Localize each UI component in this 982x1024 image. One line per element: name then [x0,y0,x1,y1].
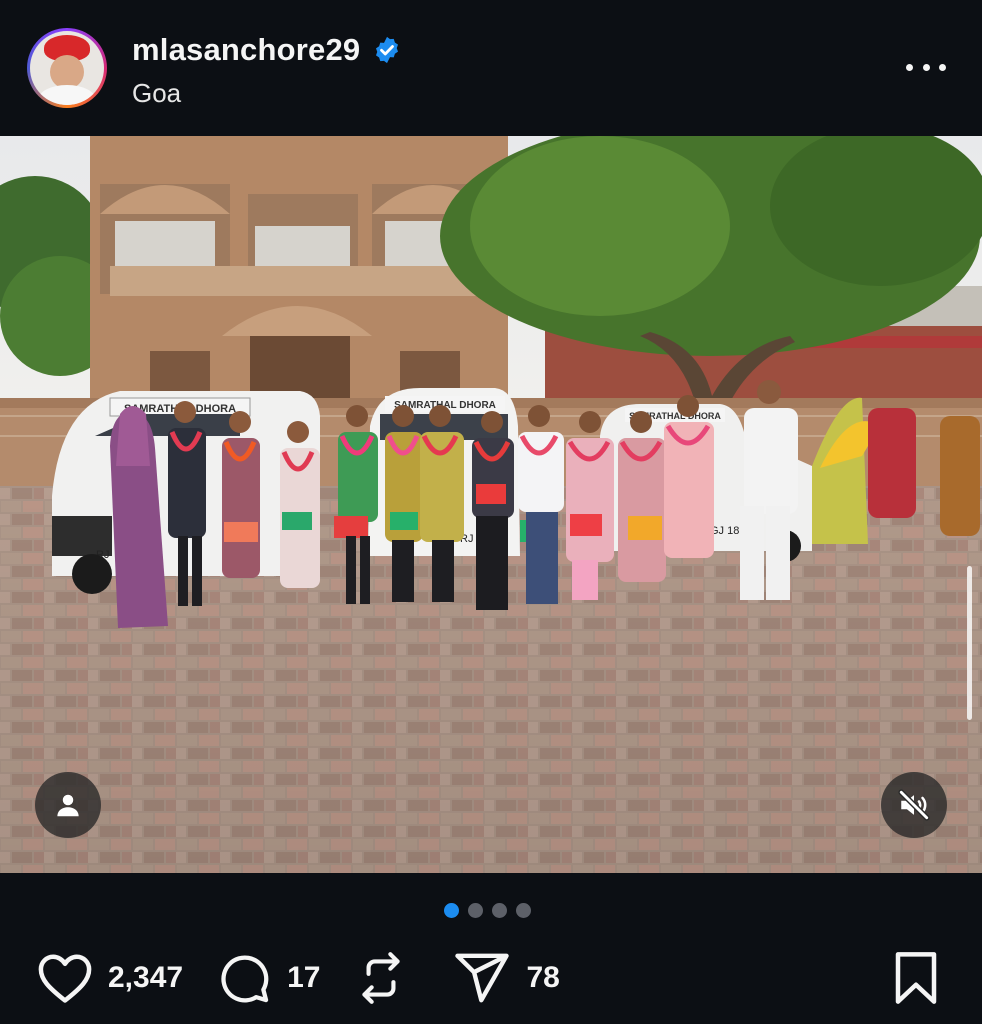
tagged-people-icon [57,794,79,817]
carousel-dot-active[interactable] [444,903,459,918]
heart-icon [38,954,92,1003]
avatar-image [30,31,104,105]
repost-button[interactable] [356,949,406,1007]
username-row: mlasanchore29 [132,32,402,68]
van-plate: GJ 18 [710,525,739,537]
more-dot [922,63,930,71]
carousel-dot[interactable] [492,903,507,918]
more-options-icon[interactable] [906,55,946,79]
more-dot [939,63,946,71]
scrollbar[interactable] [967,566,972,720]
avatar-shirt [38,85,96,105]
mute-icon [898,789,930,821]
tagged-people-button[interactable] [35,772,101,838]
carousel-dot[interactable] [516,903,531,918]
comment-count[interactable]: 17 [287,961,320,995]
post-media[interactable]: SAMRATHAL DHORA RJ SAMRATHAL DHORA RJ 25… [0,136,982,873]
repost-icon [362,952,401,1004]
action-bar: 2,347 17 78 [36,946,560,1010]
save-button[interactable] [892,951,940,1010]
post-location[interactable]: Goa [132,78,181,109]
post-photo: SAMRATHAL DHORA RJ SAMRATHAL DHORA RJ 25… [0,136,982,873]
carousel-indicator [444,903,531,918]
verified-badge-icon [376,36,399,64]
comment-icon [221,955,269,1003]
share-count[interactable]: 78 [526,961,559,995]
profile-avatar[interactable] [27,28,107,108]
carousel-dot[interactable] [468,903,483,918]
send-icon [455,953,510,1003]
bookmark-icon [895,952,937,1004]
like-button[interactable]: 2,347 [36,952,183,1004]
username[interactable]: mlasanchore29 [132,32,360,68]
comment-button[interactable]: 17 [217,951,320,1005]
like-count[interactable]: 2,347 [108,961,183,995]
avatar-face [50,55,84,89]
post-header: mlasanchore29 Goa [0,0,982,136]
mute-button[interactable] [881,772,947,838]
more-dot [906,63,913,71]
send-button[interactable]: 78 [454,952,560,1004]
